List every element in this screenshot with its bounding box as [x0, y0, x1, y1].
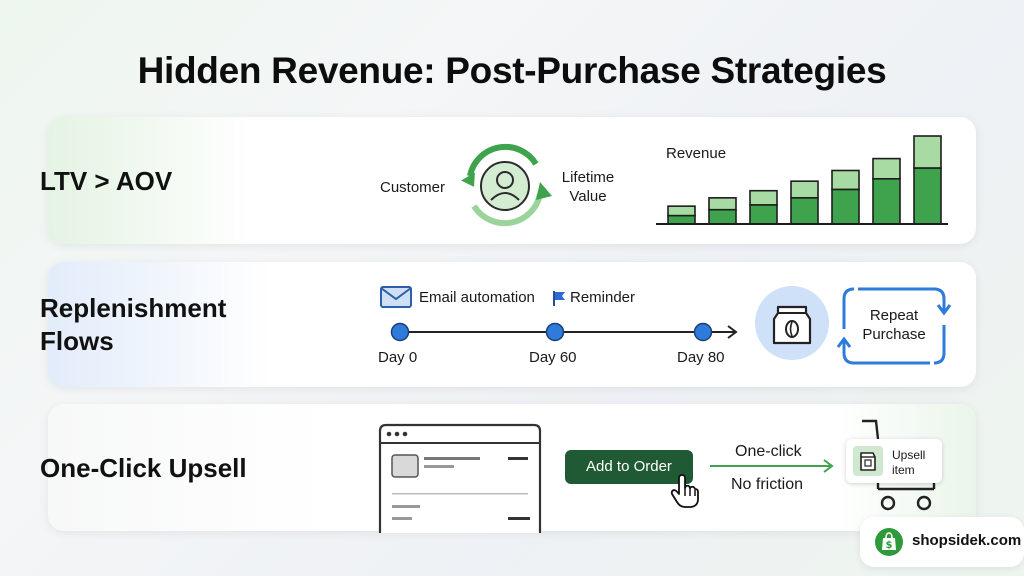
- revenue-bar-top-2: [708, 197, 737, 211]
- revenue-bar-top-7: [913, 135, 942, 169]
- revenue-bar-base-3: [749, 204, 778, 225]
- customer-label: Customer: [380, 179, 446, 196]
- timeline-label-day0: Day 0: [378, 349, 418, 366]
- timeline-line: [400, 325, 738, 339]
- brand-badge[interactable]: $ shopsidek.com: [860, 517, 1024, 567]
- revenue-bar-top-3: [749, 189, 778, 206]
- revenue-bar-base-7: [913, 167, 942, 225]
- page-title: Hidden Revenue: Post-Purchase Strategies: [137, 50, 887, 91]
- value-label: Value: [569, 188, 607, 205]
- repeat-label: Repeat: [869, 307, 919, 324]
- revenue-bar-top-4: [790, 180, 819, 199]
- revenue-bar-base-6: [872, 178, 901, 225]
- upsell-label: Upsell: [892, 448, 926, 462]
- envelope-icon: [380, 286, 412, 308]
- revenue-bar-base-2: [708, 208, 737, 225]
- flag-icon: [553, 291, 565, 306]
- card-replenishment-title-line1: Replenishment: [40, 293, 227, 323]
- brand-name: shopsidek.com: [912, 532, 1022, 549]
- no-friction-label: No friction: [731, 476, 804, 493]
- timeline-label-day80: Day 80: [677, 349, 725, 366]
- card-upsell-title: One-Click Upsell: [40, 453, 247, 483]
- card-replenishment-title-line2: Flows: [40, 326, 114, 356]
- timeline-dot-day80: [693, 322, 713, 342]
- lifetime-label: Lifetime: [561, 169, 615, 186]
- revenue-bar-top-6: [872, 157, 901, 180]
- timeline-label-day60: Day 60: [529, 349, 577, 366]
- revenue-bar-base-5: [831, 188, 860, 225]
- revenue-bar-top-5: [831, 169, 860, 191]
- coffee-bag-icon: [755, 286, 829, 360]
- purchase-label: Purchase: [862, 326, 926, 343]
- revenue-bar-base-4: [790, 197, 819, 225]
- timeline-dot-day60: [545, 322, 565, 342]
- product-box-icon: [853, 446, 883, 476]
- browser-window-icon: [378, 423, 542, 533]
- reminder-label: Reminder: [570, 289, 636, 306]
- shopping-bag-dollar-icon: $: [875, 528, 903, 556]
- revenue-bar-base-1: [667, 214, 696, 225]
- user-icon: [480, 161, 530, 211]
- hand-cursor-icon: [670, 474, 699, 508]
- revenue-bar-top-1: [667, 205, 696, 217]
- item-label: item: [892, 463, 915, 477]
- svg-text:$: $: [886, 540, 893, 551]
- timeline-dot-day0: [390, 322, 410, 342]
- card-ltv-title: LTV > AOV: [40, 166, 173, 196]
- revenue-chart: [656, 135, 948, 225]
- arrow-right-icon: [710, 459, 834, 473]
- email-automation-label: Email automation: [419, 289, 535, 306]
